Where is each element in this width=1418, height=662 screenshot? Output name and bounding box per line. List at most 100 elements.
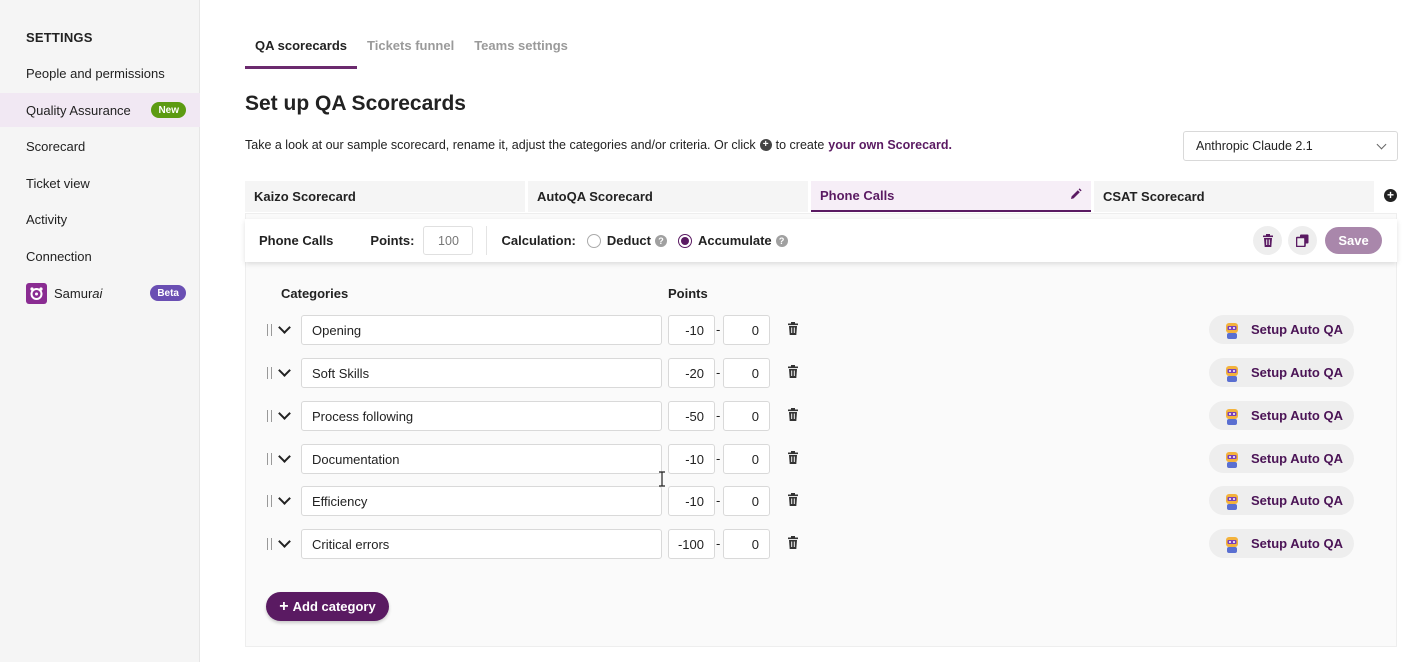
chevron-down-icon[interactable] <box>278 407 291 420</box>
category-name-input[interactable]: Opening <box>301 315 662 345</box>
scorecard-tab-autoqa[interactable]: AutoQA Scorecard <box>528 181 808 212</box>
chevron-down-icon[interactable] <box>278 450 291 463</box>
min-points-input[interactable]: -10 <box>668 486 715 516</box>
plus-circle-icon: + <box>759 139 772 151</box>
max-points-input[interactable]: 0 <box>723 358 770 388</box>
model-select[interactable]: Anthropic Claude 2.1 <box>1183 131 1398 161</box>
accumulate-label[interactable]: Accumulate <box>698 233 772 248</box>
sidebar-item-label: Scorecard <box>26 138 86 154</box>
category-name-input[interactable]: Process following <box>301 401 662 431</box>
trash-icon[interactable] <box>787 536 799 552</box>
max-points-input[interactable]: 0 <box>723 315 770 345</box>
trash-icon[interactable] <box>787 493 799 509</box>
robot-avatar-icon <box>1226 408 1238 425</box>
setup-auto-qa-button[interactable]: Setup Auto QA <box>1209 401 1354 430</box>
sidebar-item-scorecard[interactable]: Scorecard <box>0 129 200 163</box>
max-points-input[interactable]: 0 <box>723 401 770 431</box>
min-points-input[interactable]: -100 <box>668 529 715 559</box>
categories-column-header: Categories <box>281 286 349 301</box>
duplicate-scorecard-button[interactable] <box>1288 226 1317 255</box>
setup-auto-qa-button[interactable]: Setup Auto QA <box>1209 315 1354 344</box>
trash-icon[interactable] <box>787 451 799 467</box>
category-name-input[interactable]: Critical errors <box>301 529 662 559</box>
calculation-label: Calculation: <box>501 233 576 248</box>
min-points-input[interactable]: -10 <box>668 315 715 345</box>
sidebar-item-label: People and permissions <box>26 65 165 81</box>
scorecard-toolbar: Phone Calls Points: 100 Calculation: Ded… <box>245 219 1397 262</box>
sidebar-item-people-and-permissions[interactable]: People and permissions <box>0 56 200 90</box>
settings-tabs: QA scorecards Tickets funnel Teams setti… <box>245 24 578 69</box>
toolbar-divider <box>486 226 488 255</box>
beta-badge: Beta <box>150 285 186 301</box>
drag-handle-icon[interactable] <box>267 410 272 422</box>
accumulate-radio[interactable] <box>677 233 692 248</box>
chevron-down-icon[interactable] <box>278 535 291 548</box>
scorecard-tab-phone-calls[interactable]: Phone Calls <box>811 181 1091 212</box>
sidebar-item-label: Quality Assurance <box>26 102 131 118</box>
sidebar-item-ticket-view[interactable]: Ticket view <box>0 166 200 200</box>
drag-handle-icon[interactable] <box>267 453 272 465</box>
add-category-button[interactable]: + Add category <box>266 592 389 621</box>
setup-auto-qa-button[interactable]: Setup Auto QA <box>1209 486 1354 515</box>
category-name-input[interactable]: Documentation <box>301 444 662 474</box>
add-scorecard-icon[interactable]: + <box>1384 189 1397 202</box>
max-points-input[interactable]: 0 <box>723 486 770 516</box>
trash-icon[interactable] <box>787 322 799 338</box>
drag-handle-icon[interactable] <box>267 367 272 379</box>
sidebar-item-activity[interactable]: Activity <box>0 202 200 236</box>
scorecard-tab-csat[interactable]: CSAT Scorecard <box>1094 181 1374 212</box>
setup-auto-qa-label: Setup Auto QA <box>1251 408 1343 423</box>
min-points-input[interactable]: -50 <box>668 401 715 431</box>
create-own-scorecard-link[interactable]: your own Scorecard. <box>828 138 952 152</box>
sidebar-item-connection[interactable]: Connection <box>0 239 200 273</box>
settings-sidebar: SETTINGS People and permissions Quality … <box>0 0 200 662</box>
deduct-radio[interactable] <box>586 233 601 248</box>
sidebar-item-label: Activity <box>26 211 68 227</box>
chevron-down-icon[interactable] <box>278 492 291 505</box>
drag-handle-icon[interactable] <box>267 538 272 550</box>
scorecard-tab-label: Kaizo Scorecard <box>254 189 356 204</box>
scorecard-tab-kaizo[interactable]: Kaizo Scorecard <box>245 181 525 212</box>
samurai-logo-icon <box>26 282 47 304</box>
points-column-header: Points <box>668 286 708 301</box>
range-separator: - <box>716 451 721 466</box>
tab-qa-scorecards[interactable]: QA scorecards <box>245 24 358 69</box>
delete-scorecard-button[interactable] <box>1253 226 1282 255</box>
chevron-down-icon[interactable] <box>278 364 291 377</box>
chevron-down-icon[interactable] <box>278 321 291 334</box>
robot-avatar-icon <box>1226 365 1238 382</box>
setup-auto-qa-button[interactable]: Setup Auto QA <box>1209 358 1354 387</box>
trash-icon[interactable] <box>787 365 799 381</box>
total-points-input[interactable]: 100 <box>423 226 474 255</box>
sidebar-item-quality-assurance[interactable]: Quality Assurance New <box>0 93 200 127</box>
deduct-label[interactable]: Deduct <box>607 233 651 248</box>
tab-tickets-funnel[interactable]: Tickets funnel <box>357 24 464 69</box>
setup-auto-qa-button[interactable]: Setup Auto QA <box>1209 529 1354 558</box>
drag-handle-icon[interactable] <box>267 495 272 507</box>
setup-auto-qa-label: Setup Auto QA <box>1251 365 1343 380</box>
accumulate-help-icon[interactable]: ? <box>775 234 788 247</box>
category-name-input[interactable]: Efficiency <box>301 486 662 516</box>
max-points-input[interactable]: 0 <box>723 529 770 559</box>
min-points-input[interactable]: -10 <box>668 444 715 474</box>
sidebar-item-label: Ticket view <box>26 175 90 191</box>
intro-text-after: to create <box>775 138 825 152</box>
tab-teams-settings[interactable]: Teams settings <box>464 24 578 69</box>
pencil-icon[interactable] <box>1069 187 1082 204</box>
model-select-value: Anthropic Claude 2.1 <box>1196 139 1313 153</box>
text-cursor-icon <box>659 471 665 487</box>
category-name-input[interactable]: Soft Skills <box>301 358 662 388</box>
setup-auto-qa-button[interactable]: Setup Auto QA <box>1209 444 1354 473</box>
sidebar-item-samurai[interactable]: Samurai Beta <box>0 276 200 310</box>
category-row: Opening -10 - 0 Setup Auto QA <box>263 315 1355 346</box>
category-row: Process following -50 - 0 Setup Auto QA <box>263 401 1355 432</box>
range-separator: - <box>716 365 721 380</box>
min-points-input[interactable]: -20 <box>668 358 715 388</box>
trash-icon[interactable] <box>787 408 799 424</box>
max-points-input[interactable]: 0 <box>723 444 770 474</box>
category-row: Soft Skills -20 - 0 Setup Auto QA <box>263 358 1355 389</box>
page-title: Set up QA Scorecards <box>245 92 466 115</box>
drag-handle-icon[interactable] <box>267 324 272 336</box>
deduct-help-icon[interactable]: ? <box>654 234 667 247</box>
save-button[interactable]: Save <box>1325 227 1382 254</box>
